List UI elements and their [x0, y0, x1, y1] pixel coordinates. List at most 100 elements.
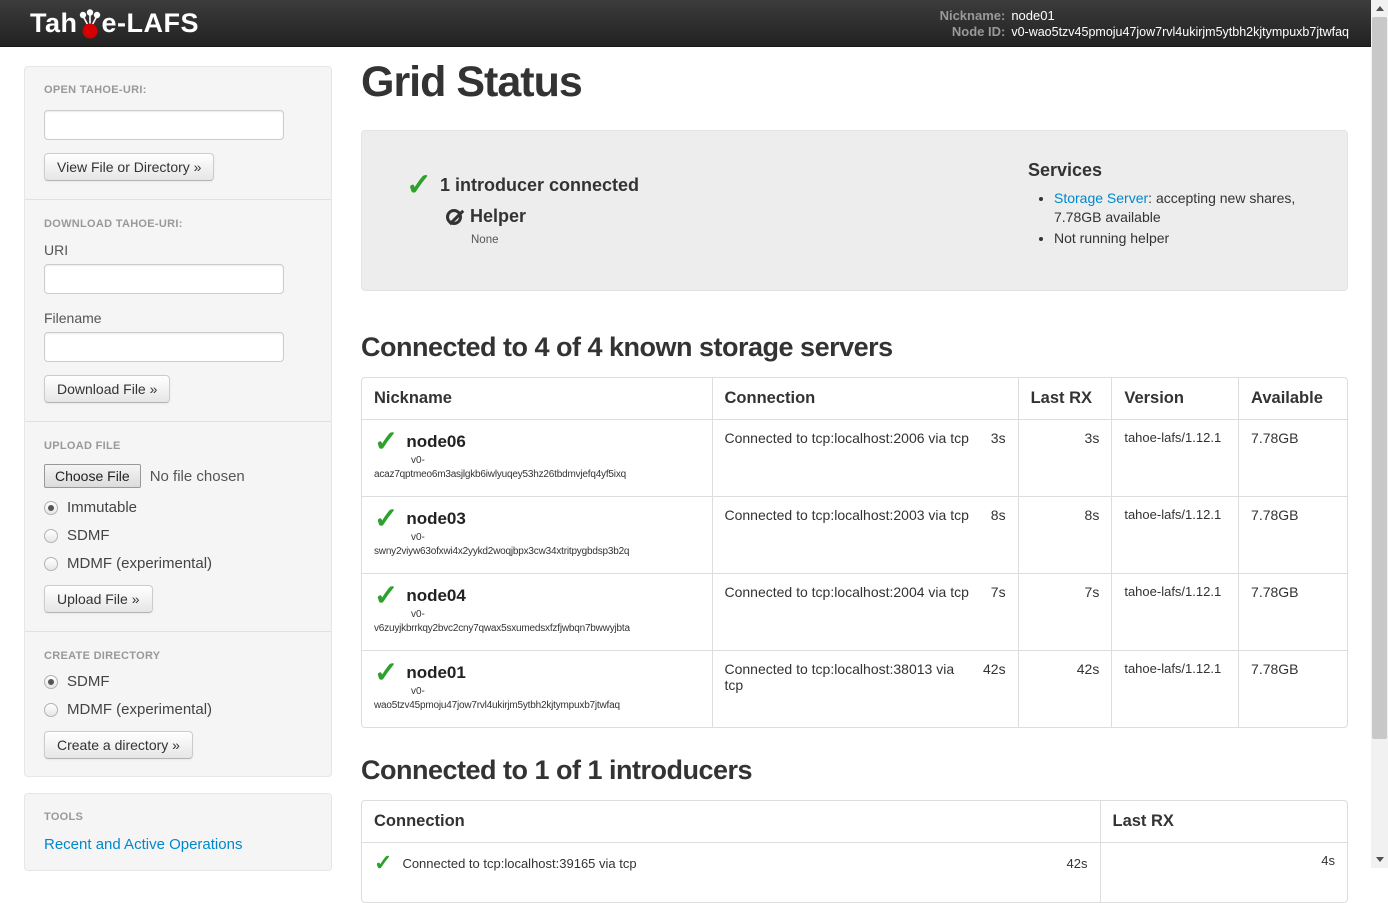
uri-field-label: URI: [44, 242, 312, 258]
radio-icon[interactable]: [44, 557, 58, 571]
server-available: 7.78GB: [1238, 419, 1347, 496]
introducer-connection: Connected to tcp:localhost:39165 via tcp: [402, 856, 1066, 871]
scrollbar-thumb[interactable]: [1372, 17, 1387, 739]
server-nickname: node01: [406, 663, 466, 683]
well-status-column: ✓ 1 introducer connected Helper None: [381, 150, 1028, 271]
radio-icon[interactable]: [44, 501, 58, 515]
choose-file-button[interactable]: Choose File: [44, 464, 141, 488]
tahoe-logo-dot-icon: [79, 9, 101, 41]
radio-icon[interactable]: [44, 675, 58, 689]
server-id-prefix: v0-: [411, 686, 700, 697]
service-item-helper: Not running helper: [1054, 229, 1328, 248]
table-row: ✓ Connected to tcp:localhost:39165 via t…: [362, 842, 1347, 902]
table-row: ✓ node03 v0- swny2viyw63ofxwi4x2yykd2woq…: [362, 496, 1347, 573]
top-header-bar: Tah e-LAFS Nickname: node01 Node ID: v0-…: [0, 0, 1388, 47]
sidebar-divider: [25, 631, 331, 632]
check-icon: ✓: [374, 661, 398, 685]
well-services-column: Services Storage Server: accepting new s…: [1028, 150, 1328, 271]
table-row: ✓ node01 v0- wao5tzv45pmoju47jow7rvl4uki…: [362, 650, 1347, 727]
server-id-hash: acaz7qptmeo6m3asjlgkb6iwlyuqey53hz26tbdm…: [374, 469, 700, 480]
node-id-label: Node ID:: [940, 24, 1006, 39]
scroll-up-icon[interactable]: [1371, 0, 1388, 17]
node-meta: Nickname: node01 Node ID: v0-wao5tzv45pm…: [940, 8, 1349, 39]
page-title: Grid Status: [361, 58, 1348, 107]
server-connection: Connected to tcp:localhost:2004 via tcp: [725, 584, 969, 600]
server-version: tahoe-lafs/1.12.1: [1111, 650, 1238, 727]
check-icon: ✓: [374, 584, 398, 608]
introducers-table: Connection Last RX ✓ Connected to tcp:lo…: [361, 800, 1348, 903]
check-icon: ✓: [374, 507, 398, 531]
service-item-storage: Storage Server: accepting new shares, 7.…: [1054, 189, 1328, 227]
upload-radio-mdmf[interactable]: MDMF (experimental): [44, 555, 312, 572]
create-directory-label: CREATE DIRECTORY: [44, 650, 312, 662]
create-radio-sdmf[interactable]: SDMF: [44, 673, 312, 690]
col-header-nickname: Nickname: [362, 378, 712, 419]
helper-title: Helper: [470, 206, 526, 227]
radio-icon[interactable]: [44, 703, 58, 717]
scroll-down-icon[interactable]: [1371, 851, 1388, 868]
create-radio-mdmf[interactable]: MDMF (experimental): [44, 701, 312, 718]
sidebar-divider: [25, 421, 331, 422]
server-id-prefix: v0-: [411, 532, 700, 543]
server-id-hash: wao5tzv45pmoju47jow7rvl4ukirjm5ytbh2kjty…: [374, 700, 700, 711]
col-header-available: Available: [1238, 378, 1347, 419]
col-header-version: Version: [1111, 378, 1238, 419]
server-nickname: node03: [406, 509, 466, 529]
recent-operations-link[interactable]: Recent and Active Operations: [44, 836, 312, 853]
introducers-section-heading: Connected to 1 of 1 introducers: [361, 755, 1348, 786]
server-available: 7.78GB: [1238, 496, 1347, 573]
tools-panel: TOOLS Recent and Active Operations: [24, 793, 332, 871]
radio-label: MDMF (experimental): [67, 555, 212, 572]
upload-radio-sdmf[interactable]: SDMF: [44, 527, 312, 544]
servers-section-heading: Connected to 4 of 4 known storage server…: [361, 332, 1348, 363]
check-icon: ✓: [374, 430, 398, 454]
server-connection: Connected to tcp:localhost:38013 via tcp: [725, 661, 974, 693]
node-id-value: v0-wao5tzv45pmoju47jow7rvl4ukirjm5ytbh2k…: [1011, 25, 1349, 39]
main-content: Grid Status ✓ 1 introducer connected Hel…: [361, 47, 1348, 903]
download-tahoe-uri-label: DOWNLOAD TAHOE-URI:: [44, 218, 312, 230]
server-connection-time: 7s: [991, 584, 1006, 600]
tools-label: TOOLS: [44, 811, 312, 823]
server-id-hash: swny2viyw63ofxwi4x2yykd2woqjbpx3cw34xtri…: [374, 546, 700, 557]
server-last-rx: 42s: [1018, 650, 1112, 727]
radio-label: Immutable: [67, 499, 137, 516]
server-version: tahoe-lafs/1.12.1: [1111, 496, 1238, 573]
nickname-label: Nickname:: [940, 8, 1006, 23]
upload-file-button[interactable]: Upload File »: [44, 585, 153, 613]
open-tahoe-uri-input[interactable]: [44, 110, 284, 140]
server-available: 7.78GB: [1238, 650, 1347, 727]
sidebar-divider: [25, 199, 331, 200]
server-nickname: node06: [406, 432, 466, 452]
circle-slash-icon: [446, 209, 462, 225]
introducer-status-text: 1 introducer connected: [440, 175, 639, 196]
server-id-prefix: v0-: [411, 455, 700, 466]
vertical-scrollbar[interactable]: [1371, 0, 1388, 868]
server-nickname: node04: [406, 586, 466, 606]
view-file-or-directory-button[interactable]: View File or Directory »: [44, 153, 214, 181]
server-version: tahoe-lafs/1.12.1: [1111, 573, 1238, 650]
download-file-button[interactable]: Download File »: [44, 375, 170, 403]
col-header-connection: Connection: [362, 801, 1100, 842]
radio-icon[interactable]: [44, 529, 58, 543]
download-uri-input[interactable]: [44, 264, 284, 294]
radio-label: SDMF: [67, 527, 110, 544]
open-tahoe-uri-label: OPEN TAHOE-URI:: [44, 84, 312, 96]
col-header-lastrx: Last RX: [1100, 801, 1348, 842]
create-directory-button[interactable]: Create a directory »: [44, 731, 193, 759]
grid-status-well: ✓ 1 introducer connected Helper None Ser…: [361, 130, 1348, 291]
nickname-value: node01: [1011, 8, 1349, 23]
storage-servers-table: Nickname Connection Last RX Version Avai…: [361, 377, 1348, 728]
server-version: tahoe-lafs/1.12.1: [1111, 419, 1238, 496]
tahoe-lafs-logo[interactable]: Tah e-LAFS: [30, 7, 199, 39]
download-filename-input[interactable]: [44, 332, 284, 362]
filename-field-label: Filename: [44, 310, 312, 326]
introducer-connection-time: 42s: [1067, 856, 1088, 871]
check-icon: ✓: [406, 172, 432, 198]
storage-server-link[interactable]: Storage Server: [1054, 190, 1148, 206]
col-header-lastrx: Last RX: [1018, 378, 1112, 419]
services-title: Services: [1028, 160, 1328, 181]
brand-text-pre: Tah: [30, 8, 78, 39]
table-row: ✓ node04 v0- v6zuyjkbrrkqy2bvc2cny7qwax5…: [362, 573, 1347, 650]
upload-radio-immutable[interactable]: Immutable: [44, 499, 312, 516]
server-connection: Connected to tcp:localhost:2006 via tcp: [725, 430, 969, 446]
